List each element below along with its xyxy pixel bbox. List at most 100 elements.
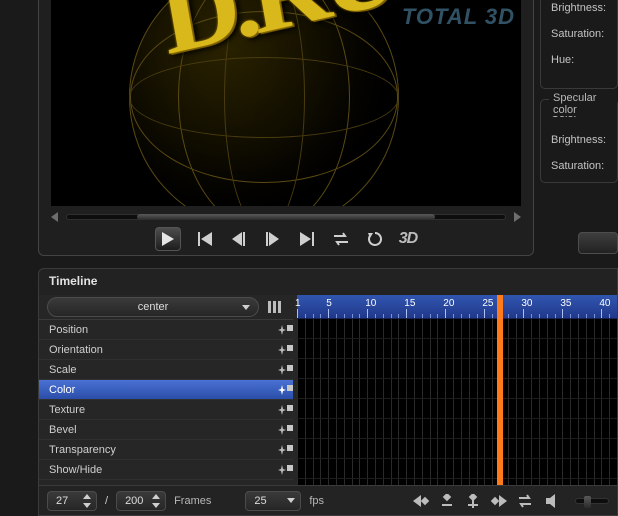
- brightness-row[interactable]: Brightness:: [551, 2, 617, 14]
- track-orientation[interactable]: Orientation: [39, 340, 293, 360]
- frames-label: Frames: [174, 495, 211, 507]
- saturation-row[interactable]: Saturation:: [551, 28, 617, 40]
- lane[interactable]: [297, 379, 617, 399]
- object-selector[interactable]: center: [47, 297, 259, 317]
- fps-select[interactable]: 25: [245, 491, 301, 511]
- timeline-lanes[interactable]: [297, 319, 617, 485]
- track-texture[interactable]: Texture: [39, 400, 293, 420]
- object-selector-value: center: [138, 301, 169, 313]
- pin-icon[interactable]: [277, 465, 287, 475]
- timeline-panel: Timeline center Position Orientation Scale…: [38, 268, 618, 516]
- track-label: Position: [49, 324, 88, 336]
- track-label: Transparency: [49, 444, 116, 456]
- pin-icon[interactable]: [277, 425, 287, 435]
- mute-button[interactable]: [543, 491, 563, 511]
- track-transparency[interactable]: Transparency: [39, 440, 293, 460]
- hue-row[interactable]: Hue:: [551, 54, 617, 66]
- playback-bar: 3D: [39, 225, 533, 253]
- pin-icon[interactable]: [277, 345, 287, 355]
- columns-icon[interactable]: [265, 297, 285, 317]
- inspector-button[interactable]: [578, 232, 618, 254]
- lane[interactable]: [297, 339, 617, 359]
- loop-region-button[interactable]: [515, 491, 535, 511]
- track-position[interactable]: Position: [39, 320, 293, 340]
- lane-anchor-icon: [287, 465, 293, 471]
- specular-group-label: Specular color: [549, 92, 617, 116]
- ruler-label: 15: [404, 298, 415, 309]
- track-color[interactable]: Color: [39, 380, 293, 400]
- specular-brightness-row[interactable]: Brightness:: [551, 134, 617, 146]
- refresh-button[interactable]: [365, 229, 385, 249]
- lane-anchor-icon: [287, 365, 293, 371]
- timeline-footer: 27 / 200 Frames 25 fps: [39, 485, 617, 515]
- ruler-label: 5: [326, 298, 332, 309]
- track-label: Color: [49, 384, 75, 396]
- pin-icon[interactable]: [277, 385, 287, 395]
- specular-saturation-row[interactable]: Saturation:: [551, 160, 617, 172]
- playhead[interactable]: [497, 295, 503, 485]
- current-frame-spinner[interactable]: [83, 494, 93, 508]
- lane-anchor-icon: [287, 445, 293, 451]
- timeline-title: Timeline: [39, 269, 617, 293]
- viewport-hscroll[interactable]: [51, 211, 521, 223]
- lane-anchor-icon: [287, 385, 293, 391]
- 3d-toggle-button[interactable]: 3D: [399, 230, 417, 248]
- ruler-label: 40: [599, 298, 610, 309]
- lane[interactable]: [297, 439, 617, 459]
- ruler-label: 25: [482, 298, 493, 309]
- play-button[interactable]: [155, 227, 181, 251]
- prev-frame-button[interactable]: [229, 229, 249, 249]
- scroll-track[interactable]: [66, 214, 506, 220]
- scroll-thumb[interactable]: [137, 214, 435, 220]
- current-frame-input[interactable]: 27: [47, 491, 97, 511]
- add-key-button[interactable]: [463, 491, 483, 511]
- frame-separator: /: [105, 495, 108, 507]
- pin-icon[interactable]: [277, 325, 287, 335]
- next-frame-button[interactable]: [263, 229, 283, 249]
- fps-label: fps: [309, 495, 324, 507]
- lane[interactable]: [297, 399, 617, 419]
- ruler-label: 30: [521, 298, 532, 309]
- track-scale[interactable]: Scale: [39, 360, 293, 380]
- chevron-down-icon: [242, 305, 250, 310]
- chevron-down-icon: [287, 498, 295, 503]
- lane[interactable]: [297, 319, 617, 339]
- track-bevel[interactable]: Bevel: [39, 420, 293, 440]
- lane-anchor-icon: [287, 425, 293, 431]
- track-show-hide[interactable]: Show/Hide: [39, 460, 293, 480]
- track-label: Show/Hide: [49, 464, 102, 476]
- scroll-right-icon[interactable]: [514, 212, 521, 222]
- remove-key-button[interactable]: [437, 491, 457, 511]
- lane-anchor-icon: [287, 345, 293, 351]
- total-frames-input[interactable]: 200: [116, 491, 166, 511]
- volume-slider[interactable]: [575, 498, 609, 504]
- ruler-label: 35: [560, 298, 571, 309]
- total-frames-spinner[interactable]: [152, 494, 162, 508]
- ruler-label: 1: [295, 298, 301, 309]
- prev-key-button[interactable]: [411, 491, 431, 511]
- pin-icon[interactable]: [277, 405, 287, 415]
- fps-value: 25: [254, 495, 266, 507]
- lane[interactable]: [297, 419, 617, 439]
- track-label: Orientation: [49, 344, 103, 356]
- ruler-label: 20: [443, 298, 454, 309]
- first-frame-button[interactable]: [195, 229, 215, 249]
- lane[interactable]: [297, 459, 617, 479]
- timeline-ruler[interactable]: 1510152025303540: [297, 295, 617, 319]
- ruler-label: 10: [365, 298, 376, 309]
- viewport[interactable]: D.RU TOTAL 3D: [51, 0, 521, 206]
- globe-mesh: D.RU: [129, 0, 399, 206]
- volume-thumb[interactable]: [584, 496, 591, 508]
- pin-icon[interactable]: [277, 365, 287, 375]
- total-frames-value: 200: [125, 495, 143, 507]
- lane-anchor-icon: [287, 325, 293, 331]
- watermark: TOTAL 3D: [402, 4, 515, 30]
- preview-panel: D.RU TOTAL 3D 3D: [38, 0, 534, 256]
- next-key-button[interactable]: [489, 491, 509, 511]
- pin-icon[interactable]: [277, 445, 287, 455]
- lane[interactable]: [297, 359, 617, 379]
- last-frame-button[interactable]: [297, 229, 317, 249]
- scroll-left-icon[interactable]: [51, 212, 58, 222]
- inspector-panel: Brightness: Saturation: Hue: Specular co…: [540, 0, 618, 256]
- loop-button[interactable]: [331, 229, 351, 249]
